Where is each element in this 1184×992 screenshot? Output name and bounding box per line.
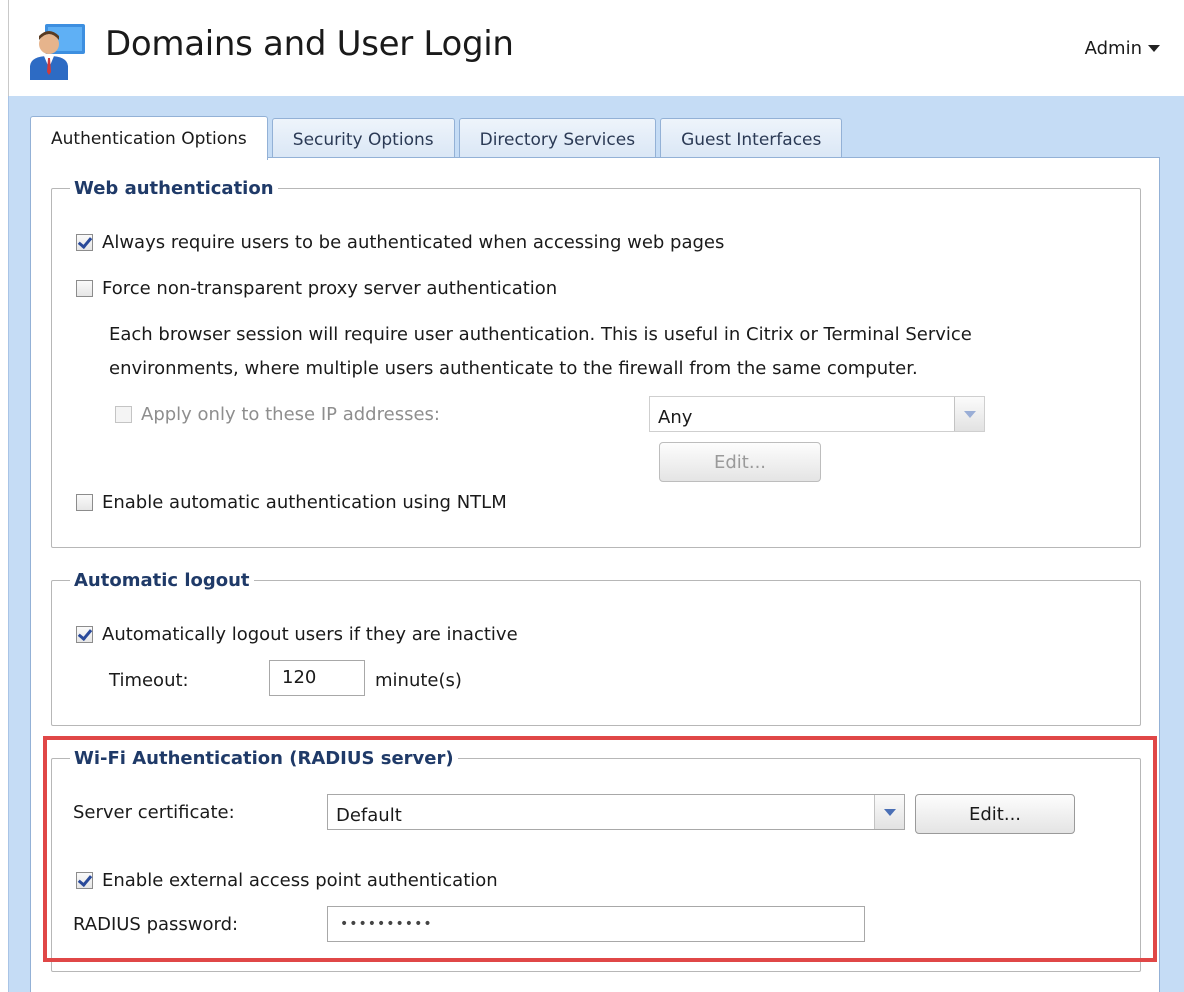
tab-security-options[interactable]: Security Options [271, 118, 455, 160]
user-menu[interactable]: Admin [1085, 38, 1160, 59]
caret-down-icon [1148, 45, 1160, 52]
timeout-input[interactable]: 120 [269, 660, 365, 696]
auto-logout-checkbox[interactable] [76, 626, 93, 643]
external-ap-checkbox[interactable] [76, 872, 93, 889]
proxy-note-line2: environments, where multiple users authe… [109, 358, 918, 379]
external-ap-row: Enable external access point authenticat… [76, 870, 498, 891]
tab-directory-services[interactable]: Directory Services [458, 118, 657, 160]
server-certificate-label: Server certificate: [73, 802, 235, 823]
tab-bar: Authentication Options Security Options … [30, 116, 843, 160]
auto-logout-label: Automatically logout users if they are i… [102, 624, 518, 645]
server-certificate-value: Default [336, 804, 402, 826]
force-proxy-row: Force non-transparent proxy server authe… [76, 278, 557, 299]
radius-password-input[interactable]: •••••••••• [327, 906, 865, 942]
apply-ip-label: Apply only to these IP addresses: [141, 404, 440, 425]
ntlm-label: Enable automatic authentication using NT… [102, 492, 507, 513]
apply-ip-row: Apply only to these IP addresses: [115, 404, 440, 425]
always-require-checkbox[interactable] [76, 234, 93, 251]
ntlm-row: Enable automatic authentication using NT… [76, 492, 507, 513]
automatic-logout-group: Automatic logout [51, 570, 1141, 726]
always-require-label: Always require users to be authenticated… [102, 232, 725, 253]
radius-password-label: RADIUS password: [73, 914, 239, 935]
tab-authentication-options[interactable]: Authentication Options [30, 116, 268, 160]
external-ap-label: Enable external access point authenticat… [102, 870, 498, 891]
tab-guest-interfaces[interactable]: Guest Interfaces [660, 118, 843, 160]
apply-ip-checkbox[interactable] [115, 406, 132, 423]
ip-address-value: Any [658, 406, 693, 428]
ip-edit-button[interactable]: Edit... [659, 442, 821, 482]
force-proxy-label: Force non-transparent proxy server authe… [102, 278, 558, 299]
timeout-unit: minute(s) [375, 670, 462, 691]
user-login-icon [30, 24, 85, 80]
user-menu-label: Admin [1084, 38, 1142, 59]
auto-logout-row: Automatically logout users if they are i… [76, 624, 518, 645]
page-title: Domains and User Login [105, 24, 514, 64]
timeout-label: Timeout: [109, 670, 189, 691]
certificate-edit-button[interactable]: Edit... [915, 794, 1075, 834]
proxy-note-line1: Each browser session will require user a… [109, 324, 972, 345]
page-header: Domains and User Login Admin [8, 0, 1184, 96]
dropdown-arrow-icon [874, 795, 904, 829]
server-certificate-select[interactable]: Default [327, 794, 905, 830]
ntlm-checkbox[interactable] [76, 494, 93, 511]
web-authentication-legend: Web authentication [74, 178, 274, 199]
automatic-logout-legend: Automatic logout [74, 570, 250, 591]
force-proxy-checkbox[interactable] [76, 280, 93, 297]
dropdown-arrow-icon [954, 397, 984, 431]
always-require-row: Always require users to be authenticated… [76, 232, 724, 253]
ip-address-select[interactable]: Any [649, 396, 985, 432]
tab-panel: Web authentication Always require users … [30, 157, 1160, 992]
wifi-authentication-legend: Wi-Fi Authentication (RADIUS server) [74, 748, 454, 769]
